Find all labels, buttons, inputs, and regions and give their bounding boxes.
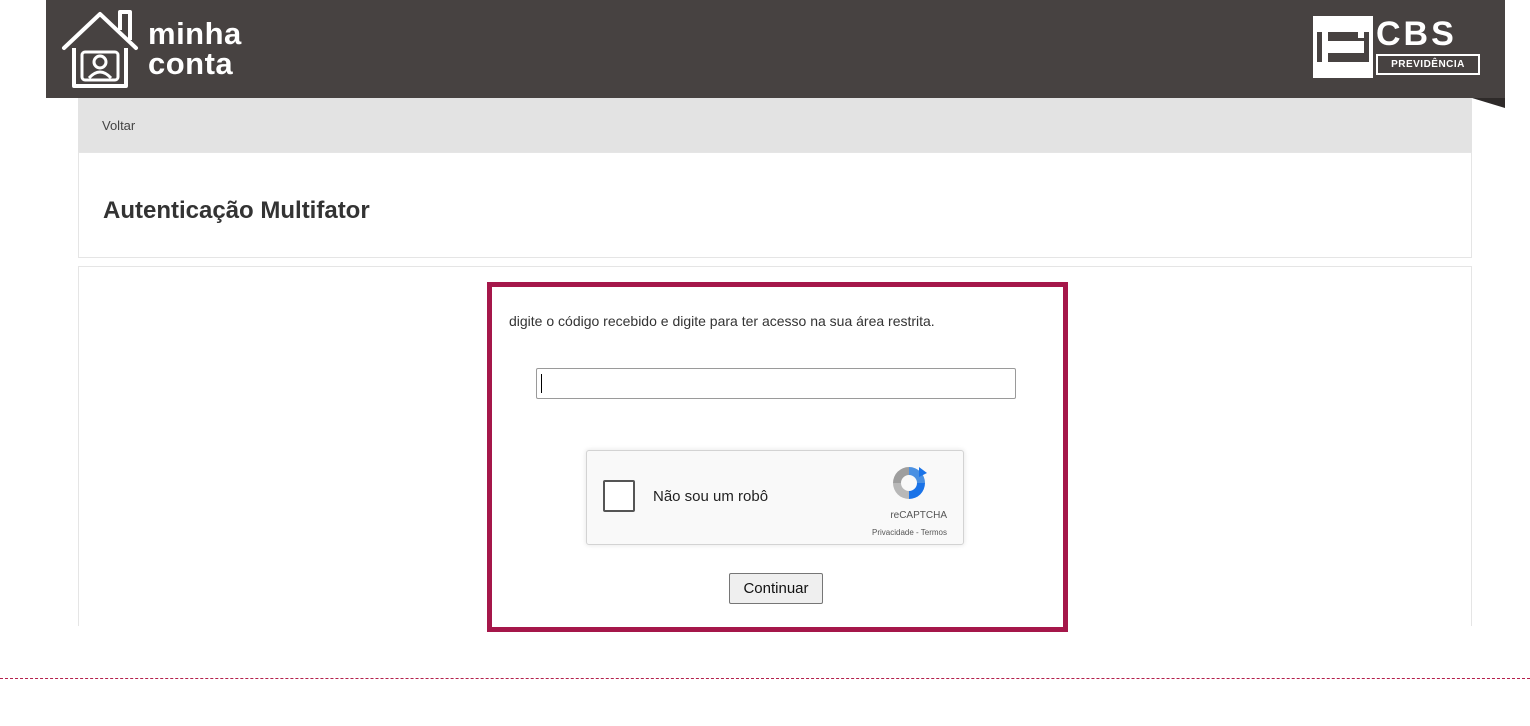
logo-word-minha: minha	[148, 16, 242, 51]
cbs-previdencia-logo[interactable]: CBS PREVIDÊNCIA	[1313, 16, 1483, 78]
logo-word-cbs: CBS	[1376, 15, 1457, 53]
header-fold-shadow	[1472, 98, 1505, 108]
page-title: Autenticação Multifator	[103, 197, 370, 224]
house-user-icon	[62, 10, 138, 88]
cbs-emblem-icon	[1313, 16, 1373, 78]
recaptcha-brand: reCAPTCHA	[890, 510, 947, 521]
nav-bar: Voltar	[78, 98, 1472, 152]
header-bar: minha conta CBS PREVIDÊNCIA	[46, 0, 1505, 98]
continue-button[interactable]: Continuar	[729, 573, 823, 604]
recaptcha-logo-icon	[893, 467, 927, 499]
recaptcha-label: Não sou um robô	[653, 488, 769, 505]
recaptcha-widget: Não sou um robô reCAPTCHA Privacidade - …	[586, 450, 964, 545]
logo-word-previdencia: PREVIDÊNCIA	[1391, 59, 1465, 70]
back-link[interactable]: Voltar	[102, 118, 135, 133]
dashed-divider	[0, 678, 1530, 679]
recaptcha-checkbox[interactable]	[603, 480, 635, 512]
text-caret	[541, 374, 542, 393]
recaptcha-terms-links[interactable]: Privacidade - Termos	[872, 528, 947, 537]
verification-code-input[interactable]	[536, 368, 1016, 399]
minha-conta-logo[interactable]: minha conta	[60, 6, 270, 90]
title-card: Autenticação Multifator	[78, 152, 1472, 258]
logo-word-conta: conta	[148, 46, 234, 81]
logo-previdencia-box: PREVIDÊNCIA	[1376, 54, 1480, 75]
instruction-text: digite o código recebido e digite para t…	[509, 313, 935, 329]
